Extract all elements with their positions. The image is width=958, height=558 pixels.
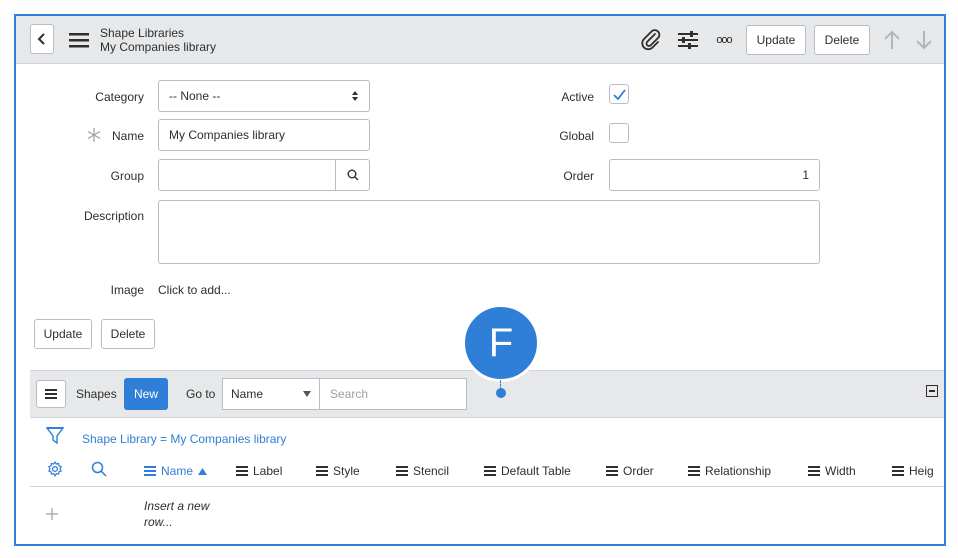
column-header-divider <box>30 486 944 487</box>
category-value: -- None -- <box>169 89 221 103</box>
record-subtitle: My Companies library <box>100 40 217 54</box>
column-menu-icon <box>236 466 248 476</box>
list-search-input[interactable]: Search <box>319 378 467 410</box>
category-select[interactable]: -- None -- <box>158 80 370 112</box>
active-label: Active <box>561 90 594 104</box>
form-update-button[interactable]: Update <box>34 319 92 349</box>
paperclip-icon[interactable] <box>640 28 662 52</box>
select-arrows-icon <box>352 91 358 101</box>
header-delete-button[interactable]: Delete <box>814 25 870 55</box>
active-checkbox[interactable] <box>609 84 629 104</box>
form-header: Shape Libraries My Companies library ooo… <box>16 16 944 64</box>
new-button[interactable]: New <box>124 378 168 410</box>
insert-row-text[interactable]: Insert a new row... <box>144 498 209 530</box>
form-delete-button[interactable]: Delete <box>101 319 155 349</box>
collapse-icon[interactable] <box>926 385 938 397</box>
required-asterisk-icon <box>86 127 102 143</box>
dropdown-arrow-icon <box>303 391 311 397</box>
global-checkbox[interactable] <box>609 123 629 143</box>
group-search-button[interactable] <box>335 159 370 191</box>
menu-icon[interactable] <box>68 30 90 50</box>
name-input[interactable]: My Companies library <box>158 119 370 151</box>
column-menu-icon <box>688 466 700 476</box>
column-name[interactable]: Name <box>144 464 208 478</box>
global-label: Global <box>559 129 594 143</box>
arrow-up-icon[interactable] <box>880 28 904 52</box>
name-label: Name <box>111 129 144 143</box>
annotation-marker: F <box>462 304 540 398</box>
goto-label: Go to <box>186 387 216 401</box>
filter-breadcrumb[interactable]: Shape Library = My Companies library <box>82 432 286 446</box>
goto-select[interactable]: Name <box>222 378 320 410</box>
column-order[interactable]: Order <box>606 464 654 478</box>
header-update-button[interactable]: Update <box>746 25 806 55</box>
more-options-icon[interactable]: ooo <box>712 32 736 48</box>
column-height[interactable]: Heig <box>892 464 934 478</box>
column-menu-icon <box>808 466 820 476</box>
group-label: Group <box>110 169 144 183</box>
marker-dot <box>496 388 506 398</box>
checkmark-icon <box>612 88 626 100</box>
description-textarea[interactable] <box>158 200 820 264</box>
image-label: Image <box>110 283 144 297</box>
order-label: Order <box>563 169 594 183</box>
column-menu-icon <box>892 466 904 476</box>
filter-icon[interactable] <box>46 426 64 446</box>
column-menu-icon <box>396 466 408 476</box>
list-menu-icon <box>45 389 57 399</box>
column-menu-icon <box>316 466 328 476</box>
column-label[interactable]: Label <box>236 464 282 478</box>
list-title: Shapes <box>76 387 117 401</box>
gear-icon[interactable] <box>46 460 64 478</box>
column-menu-icon <box>144 466 156 476</box>
column-width[interactable]: Width <box>808 464 856 478</box>
category-label: Category <box>95 90 144 104</box>
column-menu-icon <box>606 466 618 476</box>
settings-sliders-icon[interactable] <box>676 28 700 52</box>
description-label: Description <box>83 209 144 223</box>
column-menu-icon <box>484 466 496 476</box>
back-button[interactable] <box>30 24 54 54</box>
marker-circle: F <box>462 304 540 382</box>
image-add-link[interactable]: Click to add... <box>158 283 231 297</box>
group-input[interactable] <box>158 159 336 191</box>
goto-select-value: Name <box>231 387 264 401</box>
column-style[interactable]: Style <box>316 464 360 478</box>
column-default-table[interactable]: Default Table <box>484 464 571 478</box>
arrow-down-icon[interactable] <box>912 28 936 52</box>
chevron-left-icon <box>37 33 45 45</box>
list-menu-button[interactable] <box>36 380 66 408</box>
sort-ascending-icon <box>198 467 208 475</box>
column-search-icon[interactable] <box>90 460 108 478</box>
column-relationship[interactable]: Relationship <box>688 464 771 478</box>
column-stencil[interactable]: Stencil <box>396 464 449 478</box>
page-title: Shape Libraries <box>100 26 185 40</box>
marker-letter: F <box>488 320 514 365</box>
search-icon <box>347 169 358 181</box>
order-input[interactable]: 1 <box>609 159 820 191</box>
add-row-icon[interactable] <box>44 506 60 522</box>
form-frame: Shape Libraries My Companies library ooo… <box>14 14 946 546</box>
